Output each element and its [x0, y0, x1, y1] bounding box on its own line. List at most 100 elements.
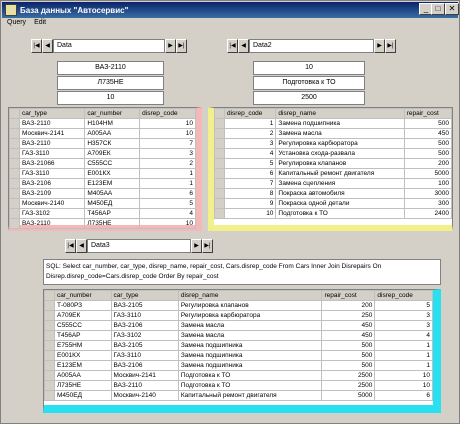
row-indicator[interactable]	[9, 148, 20, 159]
table-cell[interactable]: 6	[139, 188, 196, 199]
join-result-grid[interactable]: car_number car_type disrep_name repair_c…	[43, 289, 441, 413]
table-row[interactable]: ГАЗ-3102 Т456АР 4	[9, 208, 196, 219]
table-cell[interactable]: 10	[223, 208, 277, 219]
table-cell[interactable]: ВАЗ-2106	[110, 320, 179, 331]
table-cell[interactable]: Регулировка карбюратора	[275, 138, 405, 149]
table-cell[interactable]: 450	[321, 320, 376, 331]
table-row[interactable]: ВАЗ-2106 Е123ЕМ 1	[9, 178, 196, 189]
column-header[interactable]: disrep_code	[374, 290, 433, 301]
table-cell[interactable]: ВАЗ-2110	[18, 218, 86, 229]
table-cell[interactable]: ВАЗ-2110	[110, 380, 179, 391]
table-cell[interactable]: Москвич-2140	[18, 198, 86, 209]
table-cell[interactable]: 200	[403, 158, 453, 169]
table-cell[interactable]: Подготовка к ТО	[275, 208, 405, 219]
cars-grid[interactable]: car_type car_number disrep_code ВАЗ-2110…	[8, 107, 202, 231]
table-cell[interactable]: Установка схода-развала	[275, 148, 405, 159]
table-cell[interactable]: Замена масла	[177, 330, 323, 341]
table-row[interactable]: А005АА Москвич-2141 Подготовка к ТО 2500 10	[44, 370, 433, 381]
row-indicator[interactable]	[214, 128, 225, 139]
row-indicator[interactable]	[44, 320, 55, 331]
table-cell[interactable]: Е123ЕМ	[54, 360, 112, 371]
table-cell[interactable]: ВАЗ-2105	[110, 300, 179, 311]
table-cell[interactable]: Замена подшипника	[177, 360, 323, 371]
table-cell[interactable]: 500	[403, 148, 453, 159]
table-row[interactable]: ВАЗ-2110 Н104НМ 10	[9, 118, 196, 129]
table-cell[interactable]: 5000	[403, 168, 453, 179]
table-cell[interactable]: 2	[223, 128, 277, 139]
table-cell[interactable]: 1	[374, 340, 433, 351]
table-cell[interactable]: 200	[321, 300, 376, 311]
table-row[interactable]: Е123ЕМ ВАЗ-2106 Замена подшипника 500 1	[44, 360, 433, 371]
table-cell[interactable]: Капитальный ремонт двигателя	[275, 168, 405, 179]
table-cell[interactable]: ГАЗ-3102	[110, 330, 179, 341]
table-row[interactable]: Т456АР ГАЗ-3102 Замена масла 450 4	[44, 330, 433, 341]
table-cell[interactable]: 1	[223, 118, 277, 129]
table-cell[interactable]: 1	[374, 360, 433, 371]
table-row[interactable]: 5 Регулировка клапанов 200	[214, 158, 453, 169]
row-indicator[interactable]	[44, 370, 55, 381]
table-row[interactable]: Е001КХ ГАЗ-3110 Замена подшипника 500 1	[44, 350, 433, 361]
table-cell[interactable]: ВАЗ-21066	[18, 158, 86, 169]
table-cell[interactable]: Замена подшипника	[177, 340, 323, 351]
table-cell[interactable]: 250	[321, 310, 376, 321]
table-cell[interactable]: 10	[139, 128, 196, 139]
table-cell[interactable]: Регулировка клапанов	[177, 300, 323, 311]
disrepairs-grid[interactable]: disrep_code disrep_name repair_cost 1 Зам…	[208, 107, 453, 231]
table-cell[interactable]: Замена подшипника	[275, 118, 405, 129]
row-indicator[interactable]	[9, 128, 20, 139]
row-indicator[interactable]	[214, 208, 225, 219]
close-icon[interactable]: ✕	[445, 3, 459, 15]
table-cell[interactable]: А005АА	[84, 128, 141, 139]
prev-icon[interactable]: ◀	[76, 239, 87, 253]
row-indicator[interactable]	[214, 118, 225, 129]
table-cell[interactable]: 2500	[321, 370, 376, 381]
table-row[interactable]: ВАЗ-2110 Л735НЕ 10	[9, 218, 196, 229]
table-cell[interactable]: Л735НЕ	[84, 218, 141, 229]
row-indicator[interactable]	[44, 350, 55, 361]
row-indicator[interactable]	[44, 340, 55, 351]
table-cell[interactable]: Регулировка клапанов	[275, 158, 405, 169]
table-cell[interactable]: Л735НЕ	[54, 380, 112, 391]
column-header[interactable]: car_number	[84, 108, 141, 119]
table-row[interactable]: 2 Замена масла 450	[214, 128, 453, 139]
table-cell[interactable]: Капитальный ремонт двигателя	[177, 390, 323, 401]
first-icon[interactable]: |◀	[65, 239, 76, 253]
table-row[interactable]: ВАЗ-21066 С555СС 2	[9, 158, 196, 169]
table-cell[interactable]: ВАЗ-2110	[18, 118, 86, 129]
row-indicator[interactable]	[9, 118, 20, 129]
table-cell[interactable]: Подготовка к ТО	[177, 370, 323, 381]
row-indicator[interactable]	[214, 168, 225, 179]
table-cell[interactable]: А709ЕК	[84, 148, 141, 159]
row-indicator[interactable]	[9, 218, 20, 229]
row-indicator[interactable]	[214, 178, 225, 189]
table-cell[interactable]: ГАЗ-3110	[110, 350, 179, 361]
table-row[interactable]: 10 Подготовка к ТО 2400	[214, 208, 453, 219]
last-icon[interactable]: ▶|	[176, 39, 187, 53]
table-row[interactable]: 9 Покраска одной детали 300	[214, 198, 453, 209]
row-indicator[interactable]	[9, 158, 20, 169]
table-row[interactable]: Москвич-2141 А005АА 10	[9, 128, 196, 139]
table-row[interactable]: 3 Регулировка карбюратора 500	[214, 138, 453, 149]
table-cell[interactable]: 450	[321, 330, 376, 341]
table-cell[interactable]: М405АА	[84, 188, 141, 199]
table-row[interactable]: 7 Замена сцепления 100	[214, 178, 453, 189]
next-icon[interactable]: ▶	[165, 39, 176, 53]
table-cell[interactable]: 7	[223, 178, 277, 189]
disrep-code-field-2[interactable]: 10	[253, 61, 365, 75]
table-cell[interactable]: Е001КХ	[84, 168, 141, 179]
row-indicator[interactable]	[44, 300, 55, 311]
next-icon[interactable]: ▶	[191, 239, 202, 253]
next-icon[interactable]: ▶	[374, 39, 385, 53]
row-indicator[interactable]	[44, 390, 55, 401]
table-cell[interactable]: 10	[374, 380, 433, 391]
table-cell[interactable]: 3	[223, 138, 277, 149]
prev-icon[interactable]: ◀	[42, 39, 53, 53]
table-cell[interactable]: Замена подшипника	[177, 350, 323, 361]
row-indicator[interactable]	[44, 330, 55, 341]
row-indicator[interactable]	[214, 198, 225, 209]
table-cell[interactable]: Замена масла	[275, 128, 405, 139]
table-cell[interactable]: 6	[374, 390, 433, 401]
table-cell[interactable]: ВАЗ-2106	[18, 178, 86, 189]
first-icon[interactable]: |◀	[31, 39, 42, 53]
table-row[interactable]: 6 Капитальный ремонт двигателя 5000	[214, 168, 453, 179]
